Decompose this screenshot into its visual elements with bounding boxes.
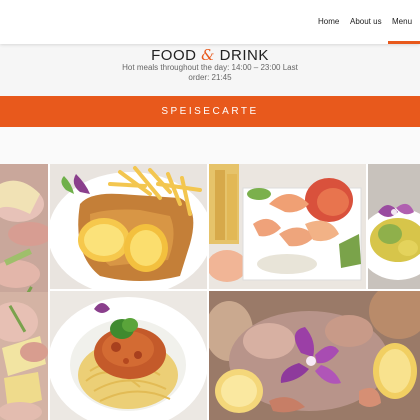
section-spacer [0, 127, 420, 164]
title-food: FOOD [151, 47, 202, 64]
opening-hours-line1: Hot meals throughout the day: 14:00 – 23… [122, 63, 298, 72]
active-nav-indicator [388, 41, 420, 44]
gallery-image-spaghetti[interactable] [50, 291, 207, 420]
nav-home-link[interactable]: Home [318, 17, 339, 26]
gallery-image-seafood[interactable] [209, 291, 420, 420]
nav-about-link[interactable]: About us [350, 17, 382, 26]
opening-hours: Hot meals throughout the day: 14:00 – 23… [112, 63, 308, 83]
speisecarte-label: SPEISECARTE [161, 106, 259, 117]
intro-section: FOOD & DRINK Hot meals throughout the da… [0, 44, 420, 96]
speisecarte-button[interactable]: SPEISECARTE [0, 96, 420, 127]
gallery-image-cheese-ham-visual [0, 292, 48, 420]
gallery-image-shrimp[interactable] [209, 164, 366, 289]
title-drink: DRINK [215, 47, 269, 64]
opening-hours-line2: order: 21:45 [188, 73, 232, 82]
page-title: FOOD & DRINK [0, 46, 420, 64]
title-ampersand: & [201, 46, 215, 64]
nav-menu-link[interactable]: Menu [392, 17, 412, 26]
food-gallery [0, 164, 420, 420]
gallery-image-schnitzel[interactable] [50, 164, 207, 289]
gallery-image-salad[interactable] [368, 164, 420, 289]
top-navigation: Home About us Menu [0, 0, 420, 44]
